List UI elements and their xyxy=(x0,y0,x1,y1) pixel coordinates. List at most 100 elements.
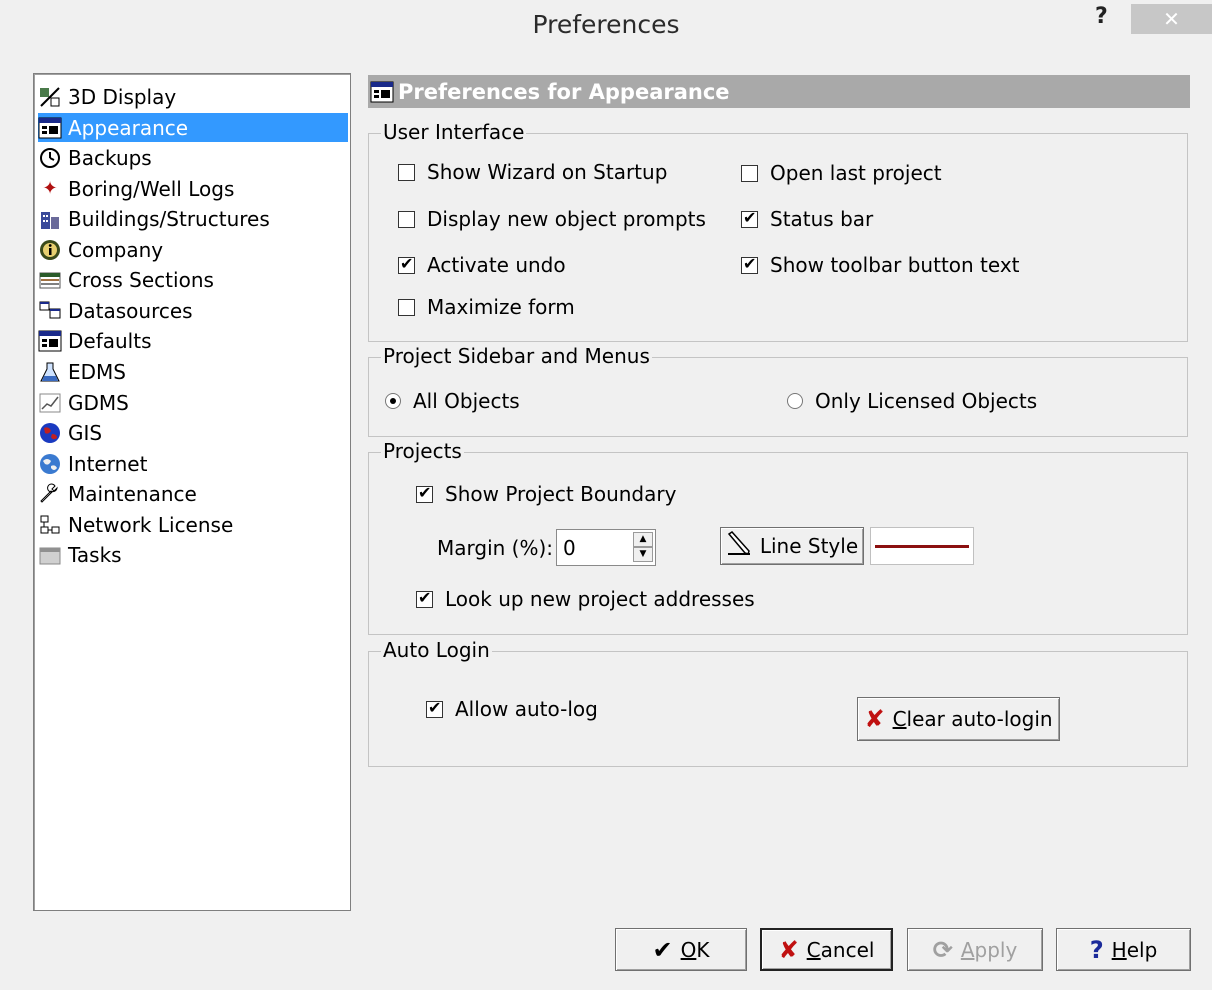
line-sample xyxy=(875,545,969,548)
tree-item-label: GDMS xyxy=(68,390,129,415)
line-style-preview xyxy=(870,527,974,565)
line-style-button[interactable]: Line Style xyxy=(720,527,864,565)
display-prompts-checkbox[interactable]: Display new object prompts xyxy=(398,207,706,231)
tree-item-company[interactable]: Company xyxy=(38,235,348,264)
group-title: Projects xyxy=(381,439,464,463)
network-icon xyxy=(38,513,62,537)
tree-item-maintenance[interactable]: Maintenance xyxy=(38,479,348,508)
help-icon[interactable]: ? xyxy=(1095,4,1108,29)
group-title: User Interface xyxy=(381,120,527,144)
checkbox-box[interactable] xyxy=(741,254,758,274)
flask-icon xyxy=(38,360,62,384)
checkbox-label: Display new object prompts xyxy=(427,207,706,231)
section-header: Preferences for Appearance xyxy=(368,75,1190,108)
tree-item-network-license[interactable]: Network License xyxy=(38,510,348,539)
red-x-icon: ✘ xyxy=(778,935,799,964)
red-x-icon: ✘ xyxy=(864,705,885,733)
tree-item-label: Tasks xyxy=(68,542,122,567)
spin-down-button[interactable]: ▼ xyxy=(633,547,653,562)
checkbox-label: Show Project Boundary xyxy=(445,482,677,506)
radio-circle[interactable] xyxy=(385,393,401,409)
datasource-icon xyxy=(38,299,62,323)
tree-item-label: 3D Display xyxy=(68,84,177,109)
checkbox-box[interactable] xyxy=(426,698,443,718)
chart-icon xyxy=(38,391,62,415)
cancel-button[interactable]: ✘ Cancel xyxy=(760,928,893,971)
open-last-project-checkbox[interactable]: Open last project xyxy=(741,161,942,185)
globe-icon xyxy=(38,421,62,445)
buildings-icon xyxy=(38,207,62,231)
maximize-form-checkbox[interactable]: Maximize form xyxy=(398,295,575,319)
title-bar: Preferences ? ✕ xyxy=(0,0,1212,52)
lookup-addresses-checkbox[interactable]: Look up new project addresses xyxy=(416,587,755,611)
button-label: Apply xyxy=(960,937,1018,962)
margin-stepper[interactable]: 0 ▲ ▼ xyxy=(556,529,656,566)
toolbar-text-checkbox[interactable]: Show toolbar button text xyxy=(741,253,1020,277)
radio-label: All Objects xyxy=(413,389,520,413)
defaults-icon xyxy=(38,329,62,353)
tree-item-gdms[interactable]: GDMS xyxy=(38,388,348,417)
tree-item-label: Internet xyxy=(68,451,148,476)
button-label: Line Style xyxy=(759,534,859,558)
activate-undo-checkbox[interactable]: Activate undo xyxy=(398,253,566,277)
category-tree[interactable]: 3D Display Appearance Backups ✦ Boring/W… xyxy=(33,73,351,911)
margin-value[interactable]: 0 xyxy=(563,536,576,560)
tree-item-gis[interactable]: GIS xyxy=(38,418,348,447)
group-title: Auto Login xyxy=(381,638,492,662)
checkbox-box[interactable] xyxy=(416,483,433,503)
tree-item-cross-sections[interactable]: Cross Sections xyxy=(38,265,348,294)
tree-item-label: GIS xyxy=(68,420,103,445)
all-objects-radio[interactable]: All Objects xyxy=(385,389,520,413)
tree-item-label: Network License xyxy=(68,512,234,537)
pencil-icon xyxy=(726,530,752,562)
checkbox-box[interactable] xyxy=(398,210,415,228)
checkbox-box[interactable] xyxy=(398,163,415,181)
checkbox-box[interactable] xyxy=(741,208,758,228)
tree-item-backups[interactable]: Backups xyxy=(38,143,348,172)
button-label: OK xyxy=(680,937,710,962)
help-button[interactable]: ? Help xyxy=(1056,928,1191,971)
checkbox-label: Maximize form xyxy=(427,295,575,319)
checkbox-box[interactable] xyxy=(416,588,433,608)
tree-item-label: Cross Sections xyxy=(68,267,214,292)
tree-item-appearance[interactable]: Appearance xyxy=(38,113,348,142)
button-label: Clear auto-login xyxy=(892,707,1053,731)
checkbox-box[interactable] xyxy=(398,298,415,316)
status-bar-checkbox[interactable]: Status bar xyxy=(741,207,873,231)
appearance-icon xyxy=(38,116,62,140)
question-icon: ? xyxy=(1089,935,1104,964)
margin-label: Margin (%): xyxy=(437,536,554,560)
tree-item-buildings[interactable]: Buildings/Structures xyxy=(38,204,348,233)
ok-button[interactable]: ✔ OK xyxy=(615,928,747,971)
checkbox-box[interactable] xyxy=(741,164,758,182)
checkbox-label: Activate undo xyxy=(427,253,566,277)
cross-section-icon xyxy=(38,268,62,292)
apply-button[interactable]: ⟳ Apply xyxy=(907,928,1043,971)
tasks-icon xyxy=(38,543,62,567)
checkbox-label: Status bar xyxy=(770,207,874,231)
tree-item-label: Datasources xyxy=(68,298,193,323)
close-button[interactable]: ✕ xyxy=(1131,4,1212,34)
tree-item-datasources[interactable]: Datasources xyxy=(38,296,348,325)
window-title: Preferences xyxy=(532,10,680,39)
allow-auto-login-checkbox[interactable]: Allow auto-log xyxy=(426,697,598,721)
show-wizard-checkbox[interactable]: Show Wizard on Startup xyxy=(398,160,667,184)
clock-icon xyxy=(38,146,62,170)
tree-item-internet[interactable]: Internet xyxy=(38,449,348,478)
tree-item-boring-well-logs[interactable]: ✦ Boring/Well Logs xyxy=(38,174,348,203)
clear-auto-login-button[interactable]: ✘ Clear auto-login xyxy=(857,697,1060,741)
refresh-icon: ⟳ xyxy=(932,935,953,964)
checkbox-box[interactable] xyxy=(398,254,415,274)
appearance-icon xyxy=(370,80,394,104)
checkbox-label: Show toolbar button text xyxy=(770,253,1020,277)
wrench-icon xyxy=(38,482,62,506)
tree-item-3d-display[interactable]: 3D Display xyxy=(38,82,348,111)
tree-item-defaults[interactable]: Defaults xyxy=(38,326,348,355)
tree-item-edms[interactable]: EDMS xyxy=(38,357,348,386)
spin-up-button[interactable]: ▲ xyxy=(633,532,653,547)
tree-item-label: Boring/Well Logs xyxy=(68,176,235,201)
show-boundary-checkbox[interactable]: Show Project Boundary xyxy=(416,482,676,506)
radio-circle[interactable] xyxy=(787,393,803,409)
licensed-objects-radio[interactable]: Only Licensed Objects xyxy=(787,389,1037,413)
tree-item-tasks[interactable]: Tasks xyxy=(38,540,348,569)
